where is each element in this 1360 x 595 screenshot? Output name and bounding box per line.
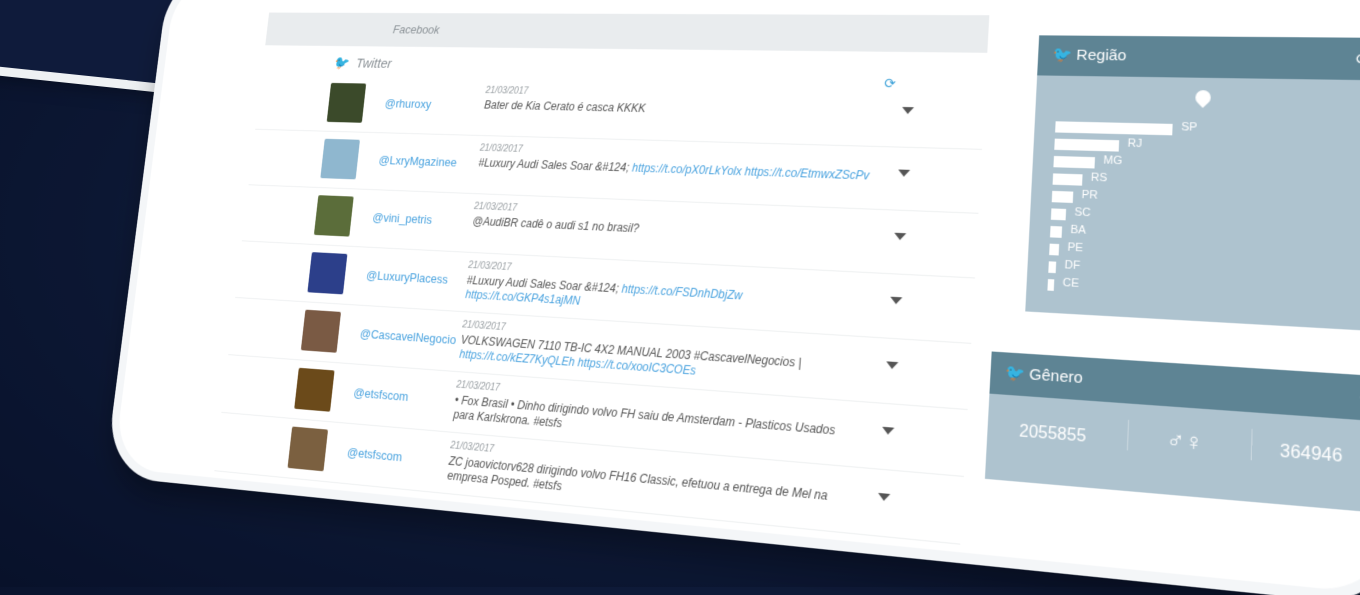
tweet-body: @AudiBR cadê o audi s1 no brasil? bbox=[472, 215, 640, 236]
tweet-handle[interactable]: @etsfscom bbox=[347, 445, 403, 464]
region-bar-row: BA bbox=[1050, 223, 1051, 241]
avatar[interactable] bbox=[327, 83, 366, 123]
region-bar bbox=[1052, 191, 1074, 203]
region-label: CE bbox=[1062, 277, 1079, 290]
tweet-body: #Luxury Audi Sales Soar &#124; bbox=[478, 156, 630, 174]
regiao-header: 🐦 Região ⟳ bbox=[1037, 35, 1360, 80]
tweet-handle[interactable]: @LxryMgazinee bbox=[378, 153, 457, 169]
caret-down-icon[interactable] bbox=[890, 297, 902, 305]
tweet-handle[interactable]: @LuxuryPlacess bbox=[366, 268, 449, 287]
caret-down-icon[interactable] bbox=[898, 170, 910, 177]
regiao-title: Região bbox=[1076, 47, 1127, 65]
tweet-body: ZC joaovictorv628 dirigindo volvo FH16 C… bbox=[447, 454, 828, 503]
tweet-date: 21/03/2017 bbox=[479, 143, 523, 154]
divider bbox=[1251, 429, 1253, 460]
tweet-handle[interactable]: @rhuroxy bbox=[384, 96, 432, 110]
tweet-date: 21/03/2017 bbox=[468, 260, 512, 273]
region-bar-row: RJ bbox=[1054, 136, 1055, 153]
twitter-icon: 🐦 bbox=[1005, 364, 1030, 384]
genero-panel: 🐦 Gênero ⟳ 2055855 ♂♀ 364946 bbox=[985, 351, 1360, 513]
genero-title: Gênero bbox=[1029, 366, 1083, 388]
male-count: 2055855 bbox=[1019, 423, 1087, 448]
region-bar bbox=[1055, 121, 1173, 135]
region-bar-row: PE bbox=[1049, 241, 1050, 259]
tweet-handle[interactable]: @etsfscom bbox=[353, 385, 409, 404]
regiao-panel: 🐦 Região ⟳ SPRJMGRSPRSCBAPEDFCE bbox=[1025, 35, 1360, 331]
social-feed: Facebook 🐦 Twitter ⟳ @rhuroxy21/03/2017B… bbox=[214, 13, 989, 545]
caret-down-icon[interactable] bbox=[882, 427, 895, 435]
region-label: PE bbox=[1067, 241, 1083, 254]
region-bar bbox=[1051, 208, 1066, 220]
region-bar-row: PR bbox=[1052, 188, 1053, 206]
region-bar bbox=[1048, 261, 1056, 273]
tweet-links[interactable]: https://t.co/pX0rLkYolx https://t.co/Etm… bbox=[632, 161, 870, 182]
region-bar-row: RS bbox=[1052, 170, 1053, 187]
region-label: RJ bbox=[1127, 137, 1142, 150]
caret-down-icon[interactable] bbox=[902, 107, 914, 114]
tweet-date: 21/03/2017 bbox=[474, 202, 518, 214]
region-label: PR bbox=[1081, 189, 1098, 202]
tweet-text: Bater de Kia Cerato é casca KKKK bbox=[484, 98, 875, 121]
genero-header: 🐦 Gênero ⟳ bbox=[989, 351, 1360, 422]
caret-down-icon[interactable] bbox=[894, 233, 906, 241]
region-label: MG bbox=[1103, 154, 1122, 167]
tweet-handle[interactable]: @vini_petris bbox=[372, 210, 433, 226]
tweet-list: @rhuroxy21/03/2017Bater de Kia Cerato é … bbox=[214, 75, 985, 545]
tweet-text: #Luxury Audi Sales Soar &#124; https://t… bbox=[478, 156, 871, 183]
twitter-icon: 🐦 bbox=[332, 56, 348, 71]
region-bar bbox=[1053, 156, 1095, 169]
region-bar-row: DF bbox=[1048, 258, 1049, 276]
region-label: RS bbox=[1091, 171, 1108, 184]
twitter-label: Twitter bbox=[355, 56, 392, 72]
male-female-icon: ♂♀ bbox=[1166, 426, 1204, 458]
tablet-screen: Facebook 🐦 Twitter ⟳ @rhuroxy21/03/2017B… bbox=[113, 0, 1360, 595]
avatar[interactable] bbox=[320, 139, 360, 180]
region-bar-row: SP bbox=[1055, 118, 1056, 135]
region-bar bbox=[1053, 173, 1083, 185]
region-label: BA bbox=[1070, 224, 1086, 237]
avatar[interactable] bbox=[307, 252, 347, 294]
facebook-label: Facebook bbox=[392, 23, 440, 37]
tweet-text: ZC joaovictorv628 dirigindo volvo FH16 C… bbox=[447, 454, 850, 522]
tweet-text: @AudiBR cadê o audi s1 no brasil? bbox=[472, 215, 867, 247]
caret-down-icon[interactable] bbox=[878, 493, 891, 502]
caret-down-icon[interactable] bbox=[886, 361, 899, 369]
avatar[interactable] bbox=[301, 310, 341, 353]
twitter-icon: 🐦 bbox=[1052, 46, 1077, 63]
region-bar-row: SC bbox=[1051, 205, 1052, 223]
region-bar bbox=[1054, 139, 1119, 152]
region-label: DF bbox=[1064, 259, 1080, 272]
tweet-date: 21/03/2017 bbox=[450, 440, 495, 455]
refresh-icon[interactable]: ⟳ bbox=[1355, 38, 1360, 81]
female-count: 364946 bbox=[1280, 442, 1343, 467]
region-bar bbox=[1050, 226, 1062, 238]
region-bar-row: MG bbox=[1053, 153, 1054, 170]
regiao-bar-chart: SPRJMGRSPRSCBAPEDFCE bbox=[1047, 118, 1056, 293]
avatar[interactable] bbox=[314, 195, 354, 236]
tweet-body: Bater de Kia Cerato é casca KKKK bbox=[484, 98, 646, 114]
map-pin-icon bbox=[1192, 87, 1214, 108]
divider bbox=[1127, 420, 1129, 451]
tweet-handle[interactable]: @CascavelNegocio bbox=[359, 326, 456, 347]
region-bar-row: CE bbox=[1047, 276, 1048, 294]
region-label: SP bbox=[1181, 121, 1198, 134]
tweet-body: • Fox Brasil • Dinho dirigindo volvo FH … bbox=[453, 393, 836, 437]
tweet-date: 21/03/2017 bbox=[462, 320, 506, 333]
avatar[interactable] bbox=[288, 426, 329, 471]
region-bar bbox=[1047, 279, 1054, 291]
region-label: SC bbox=[1074, 206, 1091, 219]
tweet-date: 21/03/2017 bbox=[485, 86, 528, 97]
tweet-date: 21/03/2017 bbox=[456, 380, 500, 394]
avatar[interactable] bbox=[294, 368, 334, 412]
region-bar bbox=[1049, 244, 1059, 256]
